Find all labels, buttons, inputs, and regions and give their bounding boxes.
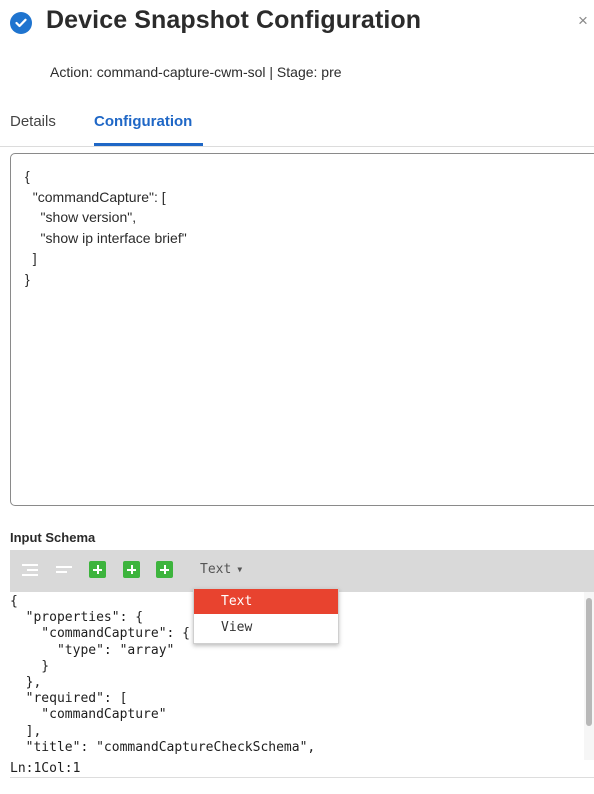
modal-header: Device Snapshot Configuration ×: [0, 0, 594, 50]
schema-toolbar: Text ▼: [10, 550, 594, 592]
mode-dropdown-menu: Text View: [193, 588, 339, 644]
caret-down-icon: ▼: [237, 565, 243, 574]
configuration-editor[interactable]: { "commandCapture": [ "show version", "s…: [10, 153, 594, 506]
mode-select[interactable]: Text ▼: [200, 562, 242, 577]
active-tab-indicator: [94, 143, 203, 146]
input-schema-label: Input Schema: [10, 530, 96, 545]
compact-icon[interactable]: [56, 563, 72, 577]
vertical-scrollbar[interactable]: [584, 592, 594, 760]
close-icon[interactable]: ×: [578, 11, 588, 31]
modal-title: Device Snapshot Configuration: [46, 6, 422, 34]
configuration-json[interactable]: { "commandCapture": [ "show version", "s…: [25, 166, 187, 289]
tab-configuration[interactable]: Configuration: [94, 113, 192, 145]
add-icon[interactable]: [156, 561, 173, 578]
tab-bar: Details Configuration: [0, 108, 594, 147]
add-icon[interactable]: [89, 561, 106, 578]
scrollbar-thumb[interactable]: [586, 598, 592, 726]
mode-option-text[interactable]: Text: [194, 589, 338, 614]
mode-option-view[interactable]: View: [194, 615, 338, 640]
mode-select-value: Text: [200, 562, 232, 577]
cursor-position-status: Ln:1Col:1: [10, 761, 594, 778]
input-schema-editor: Text ▼ { "properties": { "commandCapture"…: [10, 550, 594, 760]
tab-details[interactable]: Details: [10, 113, 56, 145]
add-icon[interactable]: [123, 561, 140, 578]
check-circle-icon: [10, 12, 32, 34]
indent-icon[interactable]: [22, 563, 38, 577]
action-stage-text: Action: command-capture-cwm-sol | Stage:…: [50, 64, 342, 80]
